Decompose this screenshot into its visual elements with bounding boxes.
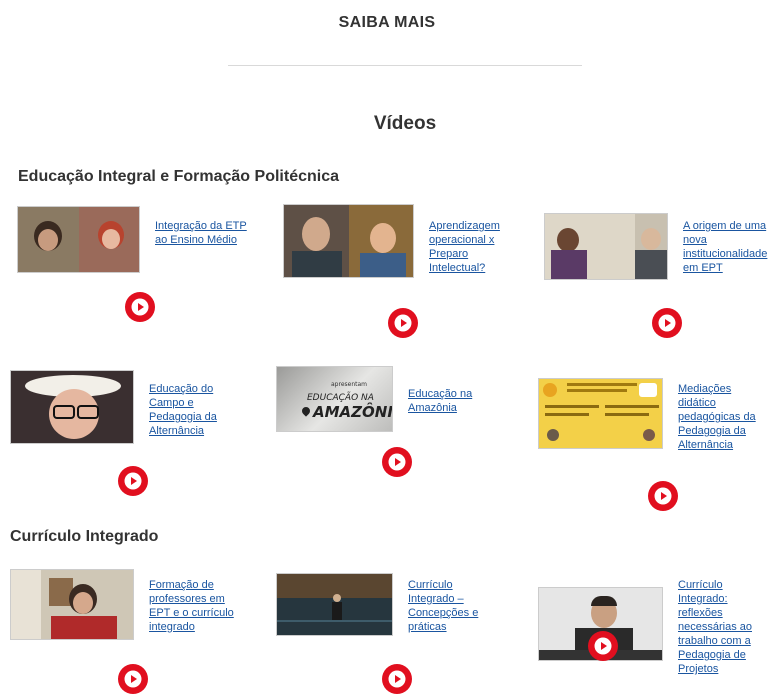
- video-link[interactable]: Mediações didático pedagógicas da Pedago…: [678, 382, 768, 452]
- video-link[interactable]: A origem de uma nova institucionalidade …: [683, 219, 774, 275]
- video-thumbnail[interactable]: apresentam EDUCAÇÃO NA AMAZÔNIA: [276, 366, 393, 432]
- play-icon: [388, 453, 406, 471]
- thumb-caption: EDUCAÇÃO NA: [307, 393, 374, 403]
- videos-heading: Vídeos: [373, 113, 437, 134]
- play-button[interactable]: [648, 481, 678, 511]
- video-thumbnail[interactable]: [10, 569, 134, 640]
- video-link[interactable]: Integração da ETP ao Ensino Médio: [155, 219, 247, 247]
- play-button[interactable]: [125, 292, 155, 322]
- map-pin-icon: [300, 405, 312, 417]
- video-link[interactable]: Aprendizagem operacional x Preparo Intel…: [429, 219, 511, 275]
- play-button[interactable]: [382, 447, 412, 477]
- play-icon: [131, 298, 149, 316]
- video-thumbnail[interactable]: [17, 206, 140, 273]
- play-icon: [394, 314, 412, 332]
- play-icon: [388, 670, 406, 688]
- section-title-curriculo-integrado: Currículo Integrado: [10, 528, 159, 545]
- video-thumbnail[interactable]: [544, 213, 668, 280]
- video-thumbnail[interactable]: [276, 573, 393, 636]
- video-link[interactable]: Formação de professores em EPT e o currí…: [149, 578, 245, 634]
- page-title: SAIBA MAIS: [338, 14, 436, 31]
- play-button[interactable]: [652, 308, 682, 338]
- play-button[interactable]: [588, 631, 618, 661]
- play-icon: [654, 487, 672, 505]
- video-link[interactable]: Currículo Integrado – Concepções e práti…: [408, 578, 488, 634]
- section-title-educacao-integral: Educação Integral e Formação Politécnica: [18, 168, 339, 185]
- play-icon: [124, 670, 142, 688]
- play-icon: [658, 314, 676, 332]
- video-link[interactable]: Educação na Amazônia: [408, 387, 488, 415]
- video-thumbnail[interactable]: [538, 378, 663, 449]
- play-button[interactable]: [388, 308, 418, 338]
- play-button[interactable]: [118, 466, 148, 496]
- play-button[interactable]: [118, 664, 148, 694]
- play-icon: [124, 472, 142, 490]
- video-link[interactable]: Currículo Integrado: reflexões necessári…: [678, 578, 770, 676]
- play-button[interactable]: [382, 664, 412, 694]
- thumb-caption: AMAZÔNIA: [313, 403, 393, 421]
- play-icon: [594, 637, 612, 655]
- thumb-caption: apresentam: [331, 381, 368, 388]
- video-link[interactable]: Educação do Campo e Pedagogia da Alternâ…: [149, 382, 229, 438]
- video-thumbnail[interactable]: [10, 370, 134, 444]
- video-thumbnail[interactable]: [283, 204, 414, 278]
- divider: [228, 65, 582, 66]
